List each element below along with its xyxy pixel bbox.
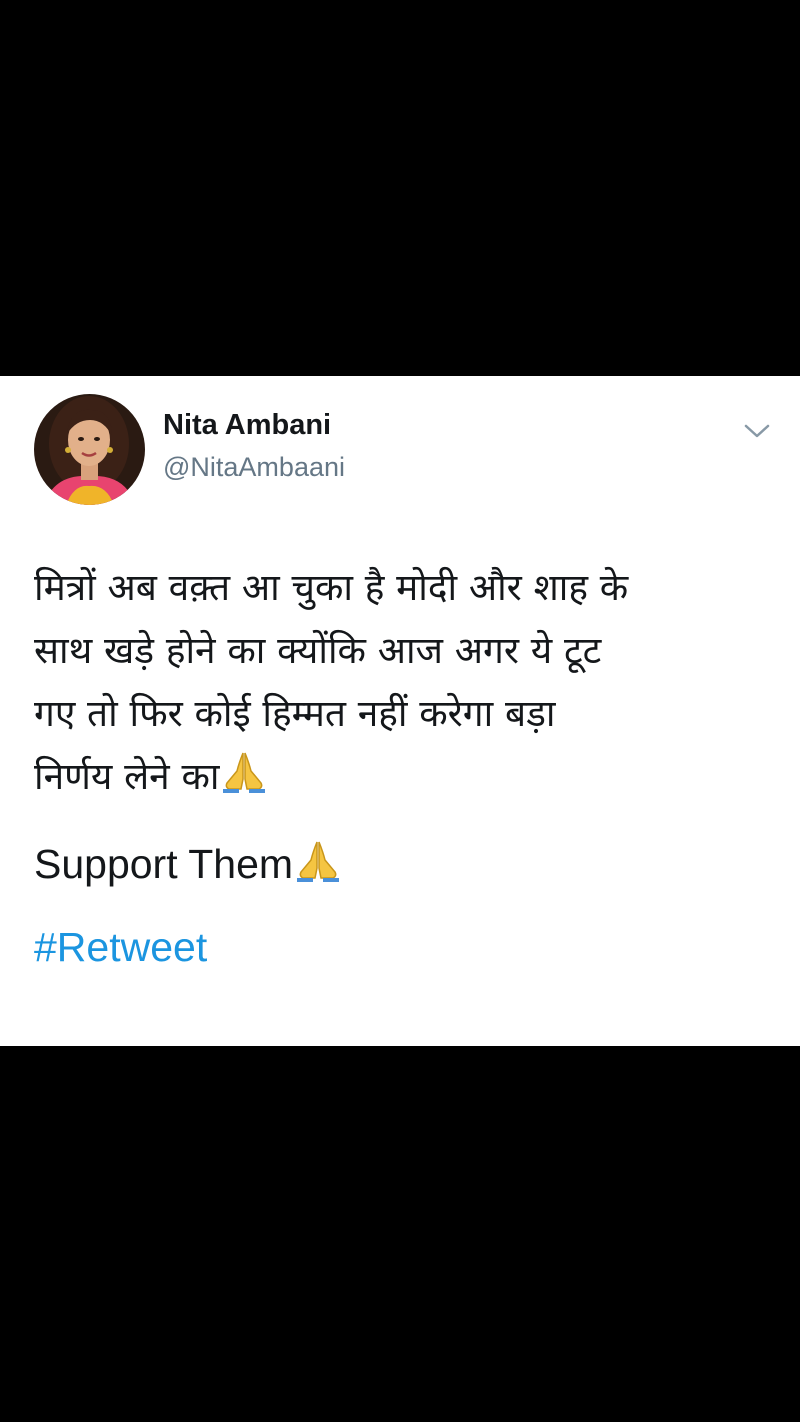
hashtag-link[interactable]: #Retweet xyxy=(34,924,207,971)
tweet-text-line: साथ खड़े होने का क्योंकि आज अगर ये टूट xyxy=(34,629,602,672)
tweet-text: मित्रों अब वक़्त आ चुका है मोदी और शाह क… xyxy=(34,556,764,808)
folded-hands-emoji-icon xyxy=(297,841,340,882)
author-name[interactable]: Nita Ambani xyxy=(163,409,331,442)
chevron-down-icon[interactable] xyxy=(742,420,772,442)
support-text-label: Support Them xyxy=(34,841,294,887)
support-text: Support Them xyxy=(34,838,343,888)
tweet-text-line: निर्णय लेने का xyxy=(34,745,764,808)
folded-hands-emoji-icon xyxy=(223,752,266,793)
tweet-text-line-content: निर्णय लेने का xyxy=(34,755,220,798)
author-handle[interactable]: @NitaAmbaani xyxy=(163,452,345,483)
tweet-text-line: मित्रों अब वक़्त आ चुका है मोदी और शाह क… xyxy=(34,566,629,609)
tweet-card[interactable]: Nita Ambani @NitaAmbaani मित्रों अब वक़्… xyxy=(0,376,800,1046)
tweet-text-line: गए तो फिर कोई हिम्मत नहीं करेगा बड़ा xyxy=(34,692,556,735)
profile-photo-icon xyxy=(34,394,145,505)
avatar[interactable] xyxy=(34,394,145,505)
